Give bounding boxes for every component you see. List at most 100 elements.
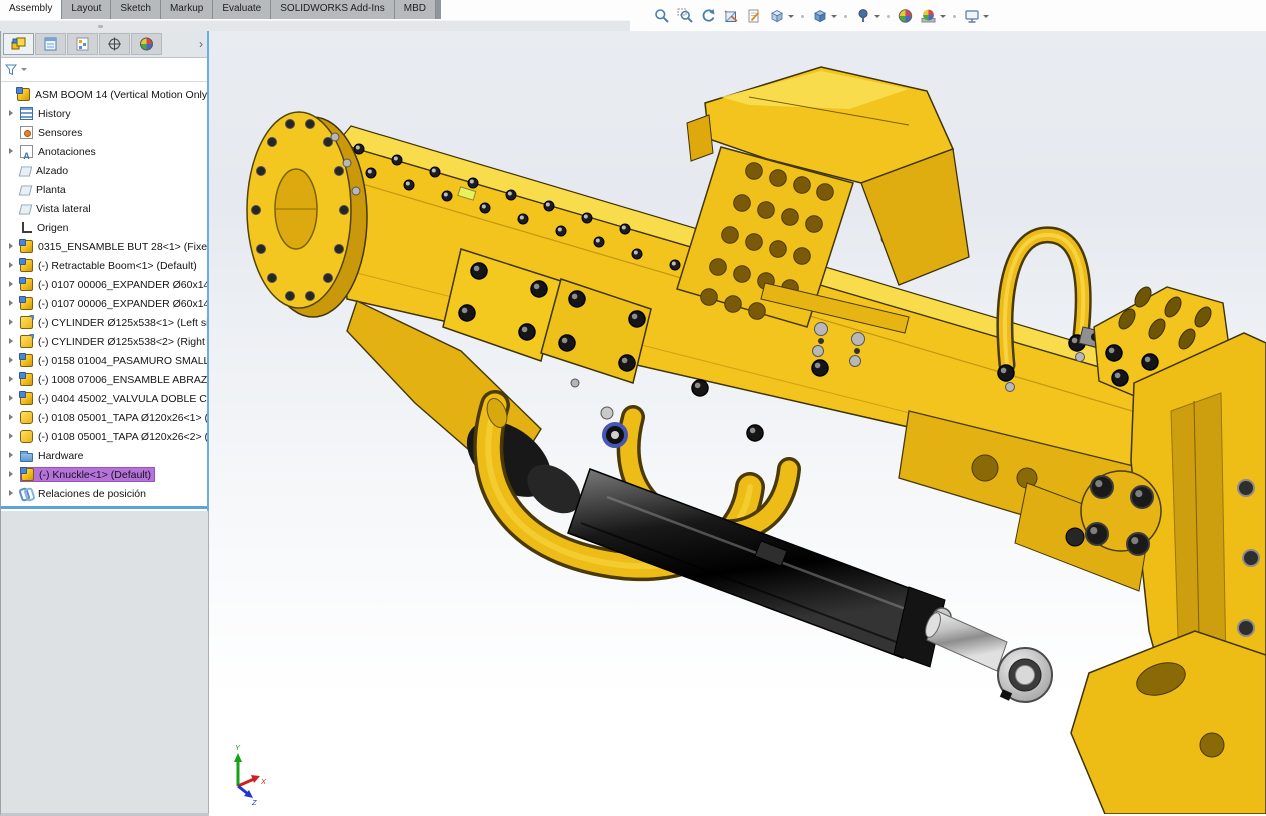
expand-arrow-icon[interactable] xyxy=(7,375,16,384)
tab-markup[interactable]: Markup xyxy=(161,0,213,19)
featuremanager-design-tree-tab[interactable] xyxy=(3,33,34,55)
tree-item[interactable]: Sensores xyxy=(1,123,207,142)
edit-appearance-icon[interactable] xyxy=(895,5,916,27)
triad-z-label: Z xyxy=(251,798,257,807)
toolbar-separator xyxy=(801,15,804,18)
plane-icon xyxy=(19,204,33,214)
filter-funnel-icon xyxy=(5,64,18,76)
graphics-area[interactable]: Y X Z xyxy=(209,31,1266,816)
view-settings-icon[interactable] xyxy=(961,5,982,27)
assembly-model[interactable]: Y X Z xyxy=(209,31,1266,814)
tree-item-knuckle-selected[interactable]: (-) Knuckle<1> (Default) xyxy=(1,465,207,484)
expand-arrow-icon[interactable] xyxy=(7,489,16,498)
tree-item[interactable]: Origen xyxy=(1,218,207,237)
tree-bottom-divider xyxy=(1,506,207,509)
expand-arrow-icon[interactable] xyxy=(7,242,16,251)
tree-item[interactable]: Anotaciones xyxy=(1,142,207,161)
zoom-to-area-icon[interactable] xyxy=(674,5,695,27)
section-view-icon[interactable] xyxy=(720,5,741,27)
view-settings-dropdown-icon[interactable] xyxy=(983,15,989,18)
tree-item[interactable]: (-) Retractable Boom<1> (Default) xyxy=(1,256,207,275)
previous-view-icon[interactable] xyxy=(697,5,718,27)
expand-arrow-icon[interactable] xyxy=(7,451,16,460)
display-style-icon[interactable] xyxy=(809,5,830,27)
hide-show-items-dropdown-icon[interactable] xyxy=(874,15,880,18)
expand-arrow-icon[interactable] xyxy=(7,432,16,441)
tree-item[interactable]: (-) 0404 45002_VALVULA DOBLE CHECK-CON xyxy=(1,389,207,408)
tree-item[interactable]: Vista lateral xyxy=(1,199,207,218)
tree-item-root[interactable]: ASM BOOM 14 (Vertical Motion Only) xyxy=(1,85,207,104)
assembly-icon xyxy=(20,240,33,253)
tree-item[interactable]: (-) 0158 01004_PASAMURO SMALL BOLTER B xyxy=(1,351,207,370)
propertymanager-tab[interactable] xyxy=(35,33,66,55)
tree-item[interactable]: (-) CYLINDER Ø125x538<2> (Right Side) xyxy=(1,332,207,351)
feature-tree: ASM BOOM 14 (Vertical Motion Only) Histo… xyxy=(1,82,207,511)
tab-assembly[interactable]: Assembly xyxy=(0,0,62,19)
collapse-handle[interactable] xyxy=(98,25,103,28)
tree-item[interactable]: Alzado xyxy=(1,161,207,180)
boom-flange[interactable] xyxy=(247,112,367,317)
tree-filter-bar[interactable] xyxy=(1,58,207,82)
filter-dropdown-icon[interactable] xyxy=(21,68,27,71)
expand-arrow-icon[interactable] xyxy=(7,261,16,270)
tab-sketch[interactable]: Sketch xyxy=(111,0,161,19)
top-toolbar-area: Assembly Layout Sketch Markup Evaluate S… xyxy=(0,0,1266,32)
assembly-icon xyxy=(20,259,33,272)
expand-arrow-icon[interactable] xyxy=(7,280,16,289)
tree-item[interactable]: Planta xyxy=(1,180,207,199)
expand-arrow-icon[interactable] xyxy=(7,109,16,118)
expand-arrow-icon[interactable] xyxy=(7,413,16,422)
apply-scene-dropdown-icon[interactable] xyxy=(940,15,946,18)
annotation-views-icon[interactable] xyxy=(743,5,764,27)
arrow-spacer xyxy=(7,185,16,194)
panel-empty-area xyxy=(1,511,209,813)
display-style-dropdown-icon[interactable] xyxy=(831,15,837,18)
part-cylinder-icon xyxy=(20,316,33,329)
tree-item[interactable]: (-) 1008 07006_ENSAMBLE ABRAZADERA DE xyxy=(1,370,207,389)
tree-item[interactable]: (-) 0108 05001_TAPA Ø120x26<1> (Predeter… xyxy=(1,408,207,427)
expand-arrow-icon[interactable] xyxy=(7,299,16,308)
arrow-spacer xyxy=(7,204,16,213)
rod-eye[interactable] xyxy=(998,648,1052,702)
tab-layout[interactable]: Layout xyxy=(62,0,111,19)
tab-evaluate[interactable]: Evaluate xyxy=(213,0,271,19)
tree-item-hardware[interactable]: Hardware xyxy=(1,446,207,465)
view-orientation-dropdown-icon[interactable] xyxy=(788,15,794,18)
toolbar-separator xyxy=(953,15,956,18)
history-icon xyxy=(20,107,33,120)
tree-item[interactable]: (-) 0107 00006_EXPANDER Ø60x145<5> (Prec xyxy=(1,275,207,294)
expand-arrow-icon[interactable] xyxy=(7,337,16,346)
tree-item[interactable]: (-) 0107 00006_EXPANDER Ø60x145<4> (Prec xyxy=(1,294,207,313)
displaymanager-tab[interactable] xyxy=(131,33,162,55)
view-orientation-icon[interactable] xyxy=(766,5,787,27)
tree-item-mates[interactable]: Relaciones de posición xyxy=(1,484,207,503)
dimxpertmanager-tab[interactable] xyxy=(99,33,130,55)
expand-arrow-icon[interactable] xyxy=(7,356,16,365)
triad-x-label: X xyxy=(260,777,267,786)
tree-item[interactable]: (-) CYLINDER Ø125x538<1> (Left side) xyxy=(1,313,207,332)
assembly-icon xyxy=(20,373,33,386)
featuremanager-tab-bar: › xyxy=(1,31,207,58)
tree-item[interactable]: 0315_ENSAMBLE BUT 28<1> (Fixed) xyxy=(1,237,207,256)
panel-expand-chevron-icon[interactable]: › xyxy=(199,37,203,51)
sensors-icon xyxy=(20,126,33,139)
arrow-spacer xyxy=(7,166,16,175)
commandmanager-tabs: Assembly Layout Sketch Markup Evaluate S… xyxy=(0,0,441,19)
configurationmanager-tab[interactable] xyxy=(67,33,98,55)
expand-arrow-icon[interactable] xyxy=(7,470,16,479)
expand-arrow-icon[interactable] xyxy=(7,147,16,156)
apply-scene-icon[interactable] xyxy=(918,5,939,27)
tree-item[interactable]: History xyxy=(1,104,207,123)
origin-icon xyxy=(20,222,32,234)
tab-mbd[interactable]: MBD xyxy=(395,0,436,19)
hide-show-items-icon[interactable] xyxy=(852,5,873,27)
tab-solidworks-add-ins[interactable]: SOLIDWORKS Add-Ins xyxy=(271,0,394,19)
plane-icon xyxy=(19,185,33,195)
arrow-spacer xyxy=(7,223,16,232)
part-cylinder-icon xyxy=(20,335,33,348)
tree-item[interactable]: (-) 0108 05001_TAPA Ø120x26<2> (Predeter… xyxy=(1,427,207,446)
hydraulic-cylinder[interactable] xyxy=(568,469,1052,702)
zoom-to-fit-icon[interactable] xyxy=(651,5,672,27)
expand-arrow-icon[interactable] xyxy=(7,394,16,403)
expand-arrow-icon[interactable] xyxy=(7,318,16,327)
